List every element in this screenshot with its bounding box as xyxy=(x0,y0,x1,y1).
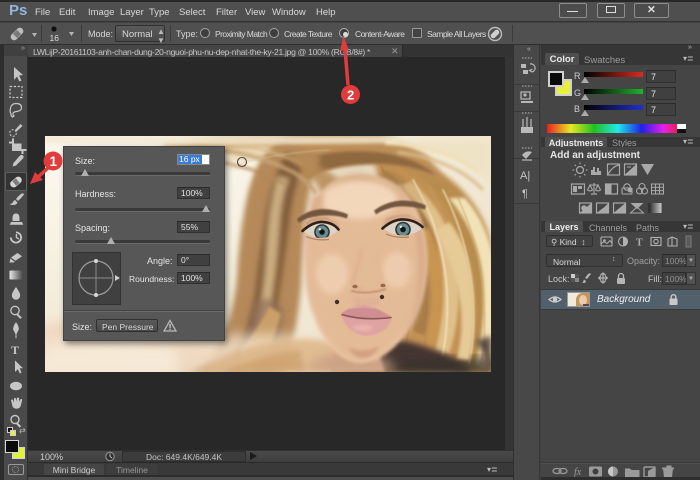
svg-text:16: 16 xyxy=(50,33,60,43)
svg-text:T: T xyxy=(636,238,643,249)
svg-text:T: T xyxy=(11,343,19,357)
svg-text:A|: A| xyxy=(520,170,530,182)
svg-text:2: 2 xyxy=(347,88,354,103)
svg-text:¶: ¶ xyxy=(522,188,528,200)
svg-text:1: 1 xyxy=(50,154,58,169)
